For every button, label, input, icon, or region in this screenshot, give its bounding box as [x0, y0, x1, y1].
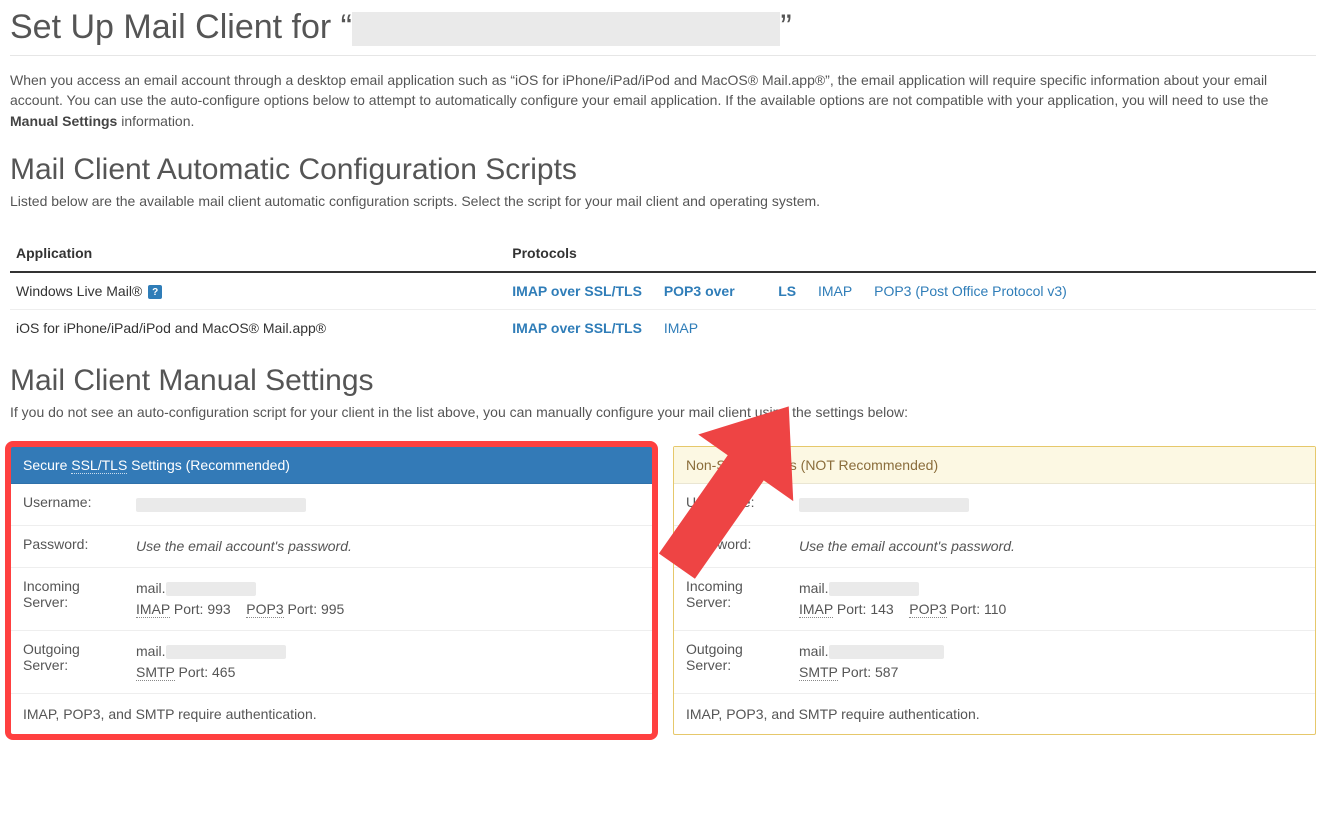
link-pop3[interactable]: POP3 (Post Office Protocol v3): [874, 283, 1067, 299]
manual-settings-strong: Manual Settings: [10, 113, 117, 129]
scripts-table: Application Protocols Windows Live Mail®…: [10, 235, 1316, 346]
manual-settings-desc: If you do not see an auto-configuration …: [10, 404, 1316, 420]
row-incoming: Incoming Server: mail. IMAP Port: 143 PO…: [674, 568, 1315, 631]
link-imap-ssl[interactable]: IMAP over SSL/TLS: [512, 320, 642, 336]
table-row: iOS for iPhone/iPad/iPod and MacOS® Mail…: [10, 310, 1316, 347]
divider: [10, 55, 1316, 56]
smtp-abbr: SMTP: [799, 664, 838, 681]
page-title: Set Up Mail Client for “ ”: [10, 8, 1316, 47]
col-application: Application: [10, 235, 506, 272]
value-incoming: mail. IMAP Port: 993 POP3 Port: 995: [136, 578, 640, 620]
link-imap-ssl[interactable]: IMAP over SSL/TLS: [512, 283, 642, 299]
smtp-port: 465: [212, 664, 235, 680]
value-username: [799, 494, 1303, 515]
app-name-windows-live: Windows Live Mail®: [16, 283, 146, 299]
value-outgoing: mail. SMTP Port: 587: [799, 641, 1303, 683]
row-incoming: Incoming Server: mail. IMAP Port: 993 PO…: [11, 568, 652, 631]
app-cell: Windows Live Mail® ?: [10, 272, 506, 310]
col-protocols: Protocols: [506, 235, 1316, 272]
value-incoming: mail. IMAP Port: 143 POP3 Port: 110: [799, 578, 1303, 620]
auto-config-heading: Mail Client Automatic Configuration Scri…: [10, 153, 1316, 187]
imap-abbr: IMAP: [136, 601, 170, 618]
settings-panels: Secure SSL/TLS Settings (Recommended) Us…: [10, 446, 1316, 735]
value-password: Use the email account's password.: [136, 536, 640, 557]
intro-text-1: When you access an email account through…: [10, 72, 1268, 108]
row-password: Password: Use the email account's passwo…: [674, 526, 1315, 568]
pop3-port: 995: [321, 601, 344, 617]
intro-text-2: information.: [117, 113, 194, 129]
ssl-panel-header: Secure SSL/TLS Settings (Recommended): [11, 447, 652, 484]
value-password: Use the email account's password.: [799, 536, 1303, 557]
row-username: Username:: [674, 484, 1315, 526]
ssl-settings-panel: Secure SSL/TLS Settings (Recommended) Us…: [10, 446, 653, 735]
link-pop3-ssl[interactable]: POP3 over SSL/TLS: [664, 283, 796, 299]
label-incoming: Incoming Server:: [686, 578, 791, 610]
pop3-abbr: POP3: [246, 601, 283, 618]
manual-settings-heading: Mail Client Manual Settings: [10, 364, 1316, 398]
app-cell: iOS for iPhone/iPad/iPod and MacOS® Mail…: [10, 310, 506, 347]
imap-abbr: IMAP: [799, 601, 833, 618]
nonssl-panel-header: Non-SSL Settings (NOT Recommended): [674, 447, 1315, 484]
row-outgoing: Outgoing Server: mail. SMTP Port: 465: [11, 631, 652, 694]
imap-port: 143: [870, 601, 893, 617]
pop3-port: 110: [984, 601, 1006, 617]
pop3-abbr: POP3: [909, 601, 946, 618]
label-outgoing: Outgoing Server:: [23, 641, 128, 673]
redacted-account: [352, 12, 780, 46]
row-password: Password: Use the email account's passwo…: [11, 526, 652, 568]
value-username: [136, 494, 640, 515]
auth-note: IMAP, POP3, and SMTP require authenticat…: [11, 694, 652, 734]
table-row: Windows Live Mail® ? IMAP over SSL/TLS P…: [10, 272, 1316, 310]
help-icon[interactable]: ?: [148, 285, 162, 299]
row-username: Username:: [11, 484, 652, 526]
smtp-abbr: SMTP: [136, 664, 175, 681]
label-outgoing: Outgoing Server:: [686, 641, 791, 673]
nonssl-settings-panel: Non-SSL Settings (NOT Recommended) Usern…: [673, 446, 1316, 735]
auto-config-desc: Listed below are the available mail clie…: [10, 193, 1316, 209]
intro-paragraph: When you access an email account through…: [10, 70, 1316, 131]
smtp-port: 587: [875, 664, 898, 680]
label-password: Password:: [23, 536, 128, 552]
imap-port: 993: [207, 601, 230, 617]
protocols-cell: IMAP over SSL/TLS IMAP: [506, 310, 1316, 347]
page-title-suffix: ”: [780, 8, 791, 46]
value-outgoing: mail. SMTP Port: 465: [136, 641, 640, 683]
label-incoming: Incoming Server:: [23, 578, 128, 610]
auth-note: IMAP, POP3, and SMTP require authenticat…: [674, 694, 1315, 734]
page-title-prefix: Set Up Mail Client for “: [10, 8, 352, 46]
label-username: Username:: [23, 494, 128, 510]
row-outgoing: Outgoing Server: mail. SMTP Port: 587: [674, 631, 1315, 694]
protocols-cell: IMAP over SSL/TLS POP3 over SSL/TLS IMAP…: [506, 272, 1316, 310]
label-username: Username:: [686, 494, 791, 510]
label-password: Password:: [686, 536, 791, 552]
ssl-tls-abbr: SSL/TLS: [71, 457, 127, 474]
link-imap[interactable]: IMAP: [818, 283, 852, 299]
link-imap[interactable]: IMAP: [664, 320, 698, 336]
